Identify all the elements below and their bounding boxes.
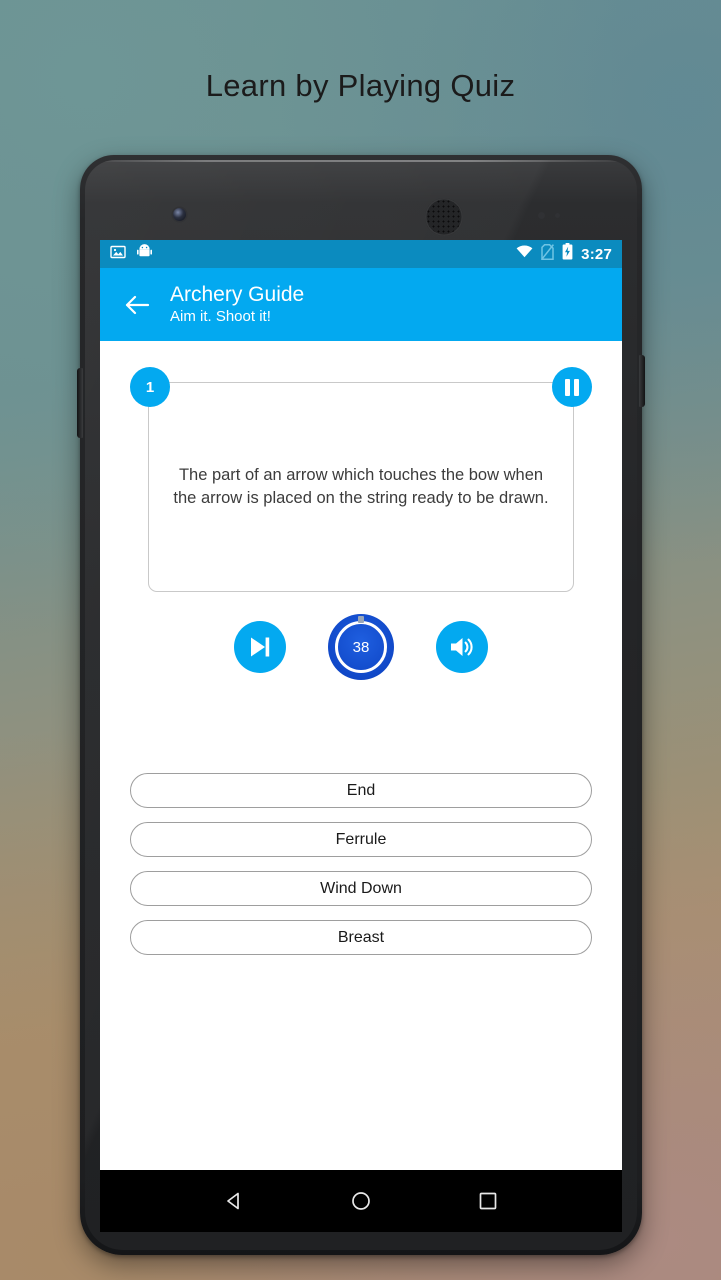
proximity-sensor-icon xyxy=(538,212,545,219)
answer-option[interactable]: Wind Down xyxy=(130,871,592,906)
wifi-icon xyxy=(516,245,533,263)
volume-rocker-button[interactable] xyxy=(77,368,83,438)
pause-icon[interactable] xyxy=(552,367,592,407)
back-arrow-icon[interactable] xyxy=(120,288,154,322)
no-sim-icon xyxy=(541,243,555,265)
light-sensor-icon xyxy=(555,213,560,218)
question-card: The part of an arrow which touches the b… xyxy=(148,382,574,592)
timer-progress-tick xyxy=(358,616,364,623)
status-bar-clock: 3:27 xyxy=(581,245,612,263)
answer-option[interactable]: Ferrule xyxy=(130,822,592,857)
question-number-badge: 1 xyxy=(130,367,170,407)
nav-back-icon[interactable] xyxy=(221,1188,247,1214)
power-button[interactable] xyxy=(639,355,645,407)
timer-value: 38 xyxy=(352,638,370,656)
app-bar-subtitle: Aim it. Shoot it! xyxy=(170,308,271,325)
status-bar: 3:27 xyxy=(100,240,622,268)
answer-options-list: End Ferrule Wind Down Breast xyxy=(130,773,592,955)
question-text: The part of an arrow which touches the b… xyxy=(173,466,549,507)
phone-screen: 3:27 Archery Guide Aim it. Shoot it! The… xyxy=(100,240,622,1170)
countdown-timer: 38 xyxy=(328,614,394,680)
app-bar-title: Archery Guide xyxy=(170,283,305,306)
quiz-controls: 38 xyxy=(100,614,622,680)
answer-option[interactable]: Breast xyxy=(130,920,592,955)
bezel-highlight xyxy=(85,160,637,162)
front-camera-icon xyxy=(173,208,186,221)
android-navigation-bar xyxy=(100,1170,622,1232)
page-title: Learn by Playing Quiz xyxy=(205,68,516,103)
volume-up-icon[interactable] xyxy=(436,621,488,673)
question-card-container: The part of an arrow which touches the b… xyxy=(130,367,592,592)
image-icon xyxy=(110,244,126,265)
phone-device-frame: 3:27 Archery Guide Aim it. Shoot it! The… xyxy=(77,155,645,1255)
answer-option[interactable]: End xyxy=(130,773,592,808)
android-robot-icon xyxy=(137,243,152,265)
skip-next-icon[interactable] xyxy=(234,621,286,673)
nav-recents-icon[interactable] xyxy=(475,1188,501,1214)
nav-home-icon[interactable] xyxy=(348,1188,374,1214)
app-bar: Archery Guide Aim it. Shoot it! xyxy=(100,268,622,341)
battery-charging-icon xyxy=(562,243,573,265)
earpiece-speaker-icon xyxy=(425,198,463,236)
